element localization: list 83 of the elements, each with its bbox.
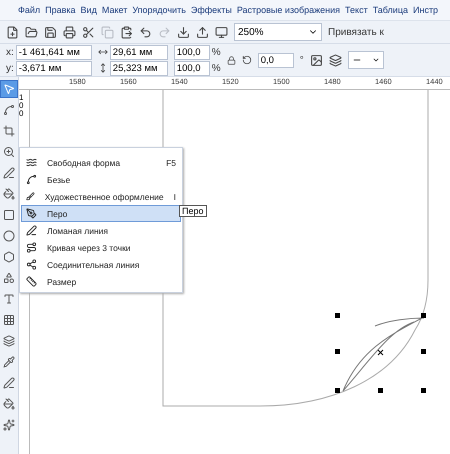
selection-handle[interactable] [421,388,426,393]
menu-item[interactable]: Эффекты [190,5,232,15]
flyout-item[interactable]: Художественное оформление I [21,188,181,205]
flyout-item[interactable]: Безье [21,171,181,188]
selected-curve[interactable] [342,318,424,392]
tooltip: Перо [179,205,206,217]
printer-icon[interactable] [63,26,76,38]
tool-button[interactable] [0,80,18,98]
brush-icon [26,191,35,202]
circle-icon [3,230,15,242]
flyout-item[interactable]: Соединительная линия [21,256,181,273]
hexagon-icon [3,251,15,263]
scale-field[interactable]: 100,0 [174,60,210,76]
ruler-icon [26,276,37,287]
rotate-icon [242,55,252,65]
wave-icon [26,157,37,168]
folder-icon[interactable] [25,26,38,38]
export-icon[interactable] [196,26,209,38]
pen-icon [3,167,15,179]
curve-icon [3,104,15,116]
y-label: y: [6,62,14,74]
degree-label: ° [300,54,304,66]
zoom-icon [3,146,15,158]
snap-dropdown[interactable]: Привязать к [328,26,384,38]
flyout-item[interactable]: Ломаная линия [21,222,181,239]
selection-handle[interactable] [378,388,383,393]
selection-handle[interactable] [335,313,340,318]
center-mark-icon [378,350,384,356]
selection-handle[interactable] [335,349,340,354]
x-field[interactable]: -1 461,641 мм [16,44,92,60]
zoom-dropdown[interactable]: 250% [234,23,322,41]
grid-icon [3,314,15,326]
percent-label: % [212,62,221,74]
scissors-icon[interactable] [82,26,95,38]
save-icon[interactable] [44,26,57,38]
width-icon [98,47,108,57]
menu-item[interactable]: Растровые изображения [236,5,340,15]
menu-item[interactable]: Правка [45,5,76,15]
flyout-item[interactable]: Перо [21,205,181,222]
menu-item[interactable]: Инстр [413,5,438,15]
import-icon[interactable] [177,26,190,38]
rotation-field[interactable]: 0,0 [258,52,294,68]
pen-icon [3,377,15,389]
ruler-label: 100 [19,94,24,118]
letter-icon [3,293,15,305]
eyedropper-icon [3,356,15,368]
menu-item[interactable]: Файл [18,5,40,15]
curve-icon [26,174,37,185]
paste-icon[interactable] [120,26,133,38]
selection-handle[interactable] [335,388,340,393]
menu-item[interactable]: Вид [80,5,97,15]
route-icon [26,242,37,253]
flyout-item[interactable]: Кривая через 3 точки [21,239,181,256]
crop-icon [3,125,15,137]
shapes-icon [3,272,15,284]
undo-icon[interactable] [139,26,152,38]
nodes-icon [26,259,37,270]
scale-field[interactable]: 100,0 [174,44,210,60]
pen-icon [26,225,37,236]
pointer-icon [3,83,15,95]
percent-label: % [212,46,221,58]
monitor-icon[interactable] [215,26,228,38]
height-field[interactable]: 25,323 мм [110,60,168,76]
new-file-icon[interactable] [6,26,19,38]
caret-icon [372,56,380,64]
flyout-item[interactable]: Размер [21,273,181,290]
selection-handle[interactable] [421,349,426,354]
width-field[interactable]: 29,61 мм [110,44,168,60]
sparkle-icon [3,419,15,431]
x-label: x: [6,46,14,58]
menu-item[interactable]: Текст [345,5,368,15]
bucket-icon [3,398,15,410]
layers-icon [3,335,15,347]
menu-item[interactable]: Таблица [372,5,408,15]
y-field[interactable]: -3,671 мм [16,60,92,76]
bucket-icon [3,188,15,200]
lock-icon[interactable] [226,56,236,64]
pen-nib-icon [26,208,37,219]
square-icon [3,209,15,221]
menu-item[interactable]: Макет [102,5,128,15]
selection-handle[interactable] [421,313,426,318]
menu-item[interactable]: Упорядочить [132,5,186,15]
flyout-item[interactable]: Свободная форма F5 [21,154,181,171]
